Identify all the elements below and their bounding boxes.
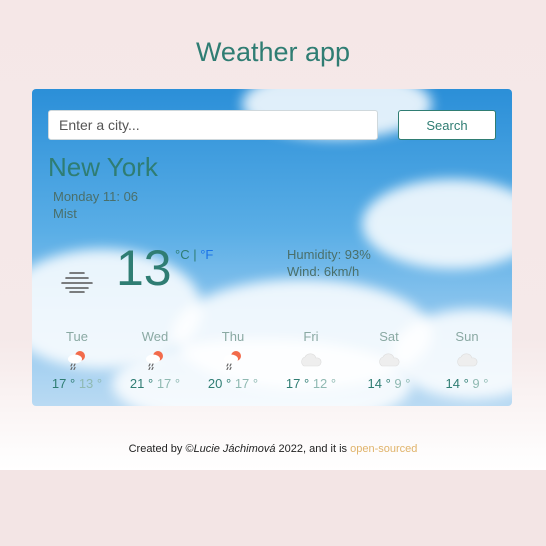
- forecast-max: 21 °: [129, 376, 154, 391]
- forecast-day: Tue 17 ° 13 °: [38, 329, 116, 391]
- fahrenheit-toggle[interactable]: °F: [200, 247, 213, 262]
- forecast-max: 14 °: [445, 376, 469, 391]
- forecast-day-name: Sun: [455, 329, 479, 344]
- weather-description: Mist: [53, 206, 77, 221]
- forecast-day-name: Tue: [66, 329, 88, 344]
- page-title: Weather app: [195, 37, 351, 67]
- current-temperature: 13: [116, 240, 172, 296]
- forecast-row: Tue 17 ° 13 ° Wed 21 ° 17 ° Thu 20 ° 17 …: [32, 329, 512, 399]
- forecast-day: Wed 21 ° 17 °: [116, 329, 194, 391]
- city-search-input[interactable]: [48, 110, 378, 140]
- city-name: New York: [48, 152, 158, 182]
- forecast-min: 9 °: [472, 376, 489, 391]
- wind-text: Wind: 6km/h: [287, 264, 360, 279]
- forecast-day-name: Sat: [379, 329, 399, 344]
- forecast-day-name: Wed: [141, 329, 169, 344]
- current-datetime: Monday 11: 06: [53, 189, 139, 204]
- cloud-icon: [457, 353, 478, 367]
- rain-sun-icon: [68, 351, 85, 370]
- forecast-max: 17 °: [51, 376, 76, 391]
- forecast-min: 9 °: [394, 376, 411, 391]
- forecast-day: Sun 14 ° 9 °: [428, 329, 506, 391]
- sky-cloud: [362, 179, 512, 269]
- weather-card: Search New York Monday 11: 06 Mist 13 °C…: [32, 89, 512, 406]
- open-source-link[interactable]: open-sourced: [350, 443, 417, 455]
- forecast-min: 17 °: [234, 376, 259, 391]
- rain-sun-icon: [146, 351, 163, 370]
- forecast-day-name: Fri: [303, 329, 319, 344]
- forecast-min: 12 °: [312, 376, 337, 391]
- search-button[interactable]: Search: [398, 110, 496, 140]
- forecast-day: Thu 20 ° 17 °: [194, 329, 272, 391]
- forecast-min: 17 °: [156, 376, 181, 391]
- footer: Created by ©Lucie Jáchimová 2022, and it…: [0, 443, 546, 455]
- cloud-icon: [301, 353, 322, 367]
- unit-toggle: °C | °F: [175, 247, 213, 262]
- forecast-max: 20 °: [207, 376, 232, 391]
- rain-sun-icon: [224, 351, 241, 370]
- page-bottom: [0, 470, 546, 546]
- mist-icon: [61, 272, 93, 293]
- footer-prefix: Created by ©: [128, 443, 194, 455]
- forecast-min: 13 °: [78, 376, 103, 391]
- celsius-toggle[interactable]: °C: [175, 247, 190, 262]
- forecast-day: Sat 14 ° 9 °: [350, 329, 428, 391]
- cloud-icon: [379, 353, 400, 367]
- forecast-max: 14 °: [367, 376, 391, 391]
- footer-middle: 2022, and it is: [275, 443, 351, 455]
- humidity-text: Humidity: 93%: [287, 247, 371, 262]
- forecast-max: 17 °: [285, 376, 310, 391]
- forecast-day: Fri 17 ° 12 °: [272, 329, 350, 391]
- unit-separator: |: [189, 247, 201, 262]
- forecast-day-name: Thu: [221, 329, 245, 344]
- footer-author: Lucie Jáchimová: [193, 443, 276, 455]
